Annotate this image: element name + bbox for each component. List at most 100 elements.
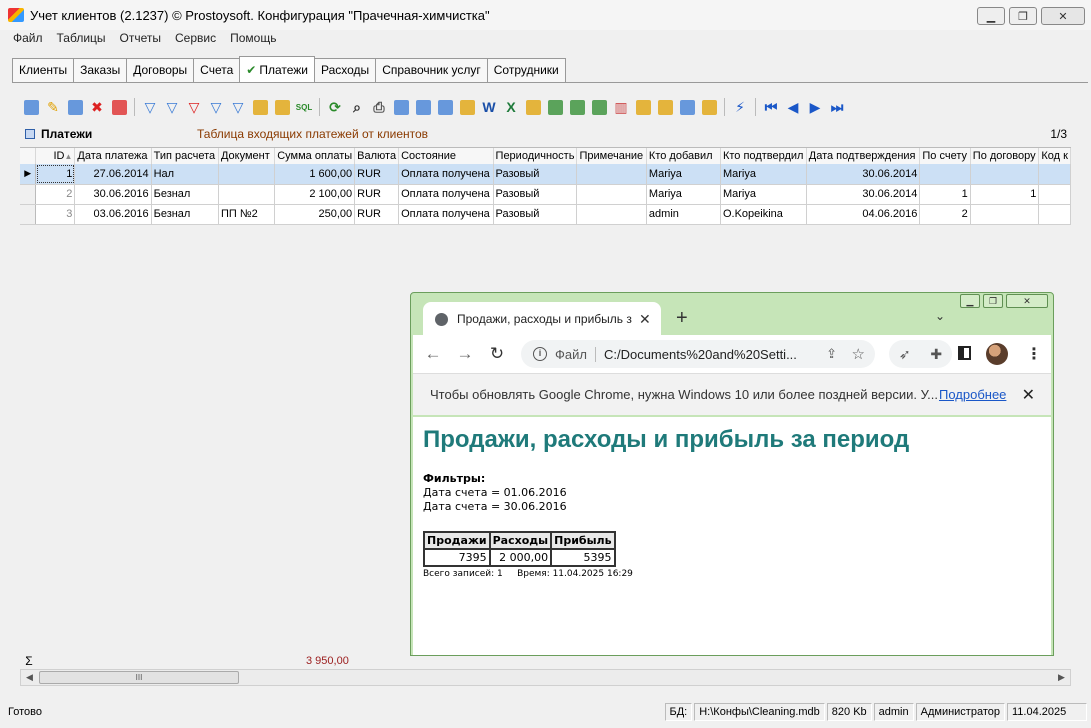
cell-period[interactable]: Разовый bbox=[493, 164, 578, 185]
cell-contract[interactable] bbox=[970, 164, 1040, 185]
preview-icon[interactable] bbox=[390, 97, 412, 117]
filter-icon[interactable]: ▽ bbox=[139, 97, 161, 117]
cell-note[interactable] bbox=[576, 204, 647, 225]
infobar-close-icon[interactable]: ✕ bbox=[1022, 385, 1035, 405]
bookmark-star-icon[interactable]: ☆ bbox=[852, 345, 865, 363]
delete-all-icon[interactable] bbox=[108, 97, 130, 117]
cell-code[interactable] bbox=[1038, 204, 1071, 225]
tab-payments[interactable]: ✔ Платежи bbox=[239, 56, 315, 82]
cell-code[interactable] bbox=[1038, 184, 1071, 205]
delete-icon[interactable]: ✖ bbox=[86, 97, 108, 117]
cell-confirmed[interactable]: O.Kopeikina bbox=[720, 204, 807, 225]
side-panel-icon[interactable] bbox=[958, 346, 971, 360]
puzzle-icon[interactable]: ✚ bbox=[930, 346, 942, 363]
sql-icon[interactable]: SQL bbox=[293, 97, 315, 117]
tab-contracts[interactable]: Договоры bbox=[126, 58, 195, 82]
table-row[interactable]: 2 30.06.2016 Безнал 2 100,00 RUR Оплата получ… bbox=[20, 184, 1071, 205]
cell-date[interactable]: 27.06.2014 bbox=[74, 164, 152, 185]
cell-date[interactable]: 03.06.2016 bbox=[74, 204, 152, 225]
info-icon[interactable]: i bbox=[533, 347, 547, 361]
tab-search-icon[interactable]: ⌄ bbox=[935, 309, 945, 323]
cell-code[interactable] bbox=[1038, 164, 1071, 185]
cell-cdate[interactable]: 04.06.2016 bbox=[806, 204, 921, 225]
close-button[interactable]: ✕ bbox=[1041, 7, 1085, 25]
maximize-button[interactable]: ❐ bbox=[1009, 7, 1037, 25]
col-currency[interactable]: Валюта bbox=[354, 148, 400, 164]
menu-service[interactable]: Сервис bbox=[168, 30, 223, 48]
cell-date[interactable]: 30.06.2016 bbox=[74, 184, 152, 205]
minimize-button[interactable]: ▁ bbox=[977, 7, 1005, 25]
print-icon[interactable]: ⎙ bbox=[368, 97, 390, 117]
share-icon[interactable]: ⇪ bbox=[826, 346, 837, 362]
col-state[interactable]: Состояние bbox=[398, 148, 494, 164]
cell-added[interactable]: admin bbox=[646, 204, 721, 225]
current-row-indicator-icon[interactable]: ▶ bbox=[20, 164, 37, 185]
cell-state[interactable]: Оплата получена bbox=[398, 164, 494, 185]
export3-icon[interactable] bbox=[456, 97, 478, 117]
first-icon[interactable]: ⏮ bbox=[760, 97, 782, 117]
col-doc[interactable]: Документ bbox=[218, 148, 276, 164]
refresh-icon[interactable]: ⟳ bbox=[324, 97, 346, 117]
table-row[interactable]: ▶ 1 27.06.2014 Нал 1 600,00 RUR Оплата получен… bbox=[20, 164, 1071, 185]
cell-invoice[interactable]: 2 bbox=[919, 204, 971, 225]
cell-sum[interactable]: 250,00 bbox=[274, 204, 356, 225]
new-tab-icon[interactable]: + bbox=[676, 307, 688, 330]
horizontal-scrollbar[interactable]: ◀ III ▶ bbox=[20, 669, 1071, 686]
last-icon[interactable]: ⏭ bbox=[826, 97, 848, 117]
row-indicator[interactable] bbox=[20, 204, 37, 225]
cell-doc[interactable]: ПП №2 bbox=[218, 204, 276, 225]
col-added-by[interactable]: Кто добавил bbox=[646, 148, 721, 164]
col-by-contract[interactable]: По договору bbox=[970, 148, 1040, 164]
cell-contract[interactable]: 1 bbox=[970, 184, 1040, 205]
csv-icon[interactable] bbox=[544, 97, 566, 117]
back-icon[interactable]: ← bbox=[417, 344, 449, 364]
grid-icon[interactable] bbox=[676, 97, 698, 117]
cell-doc[interactable] bbox=[218, 184, 276, 205]
columns-icon[interactable] bbox=[654, 97, 676, 117]
word-icon[interactable]: W bbox=[478, 97, 500, 117]
table-row[interactable]: 3 03.06.2016 Безнал ПП №2 250,00 RUR Оплата по… bbox=[20, 204, 1071, 225]
address-bar[interactable]: i Файл C:/Documents%20and%20Setti... ⇪ ☆ bbox=[521, 340, 875, 368]
col-note[interactable]: Примечание bbox=[576, 148, 647, 164]
add-icon[interactable] bbox=[20, 97, 42, 117]
cell-id[interactable]: 2 bbox=[35, 184, 76, 205]
menu-kebab-icon[interactable]: ⋮ bbox=[1026, 344, 1042, 364]
export-icon[interactable] bbox=[412, 97, 434, 117]
html-icon[interactable] bbox=[588, 97, 610, 117]
filter-add-icon[interactable]: ▽ bbox=[161, 97, 183, 117]
cell-cdate[interactable]: 30.06.2014 bbox=[806, 184, 921, 205]
cell-cdate[interactable]: 30.06.2014 bbox=[806, 164, 921, 185]
tab-employees[interactable]: Сотрудники bbox=[486, 58, 566, 82]
notes-icon[interactable] bbox=[632, 97, 654, 117]
settings-icon[interactable] bbox=[698, 97, 720, 117]
cell-state[interactable]: Оплата получена bbox=[398, 204, 494, 225]
row-indicator[interactable] bbox=[20, 184, 37, 205]
menu-reports[interactable]: Отчеты bbox=[113, 30, 168, 48]
tab-orders[interactable]: Заказы bbox=[73, 58, 128, 82]
infobar-link[interactable]: Подробнее bbox=[939, 387, 1006, 402]
col-confirm-date[interactable]: Дата подтверждения bbox=[806, 148, 921, 164]
tab-close-icon[interactable]: ✕ bbox=[639, 311, 651, 328]
menu-file[interactable]: Файл bbox=[6, 30, 50, 48]
browser-tab[interactable]: Продажи, расходы и прибыль з ✕ bbox=[423, 302, 661, 336]
collapse-icon[interactable] bbox=[25, 129, 35, 139]
import-icon[interactable] bbox=[522, 97, 544, 117]
browser-maximize-button[interactable]: ❐ bbox=[983, 294, 1003, 308]
col-sum[interactable]: Сумма оплаты bbox=[274, 148, 356, 164]
cell-added[interactable]: Mariya bbox=[646, 184, 721, 205]
scroll-right-icon[interactable]: ▶ bbox=[1054, 671, 1069, 684]
cell-confirmed[interactable]: Mariya bbox=[720, 184, 807, 205]
col-periodicity[interactable]: Периодичность bbox=[493, 148, 578, 164]
cell-id[interactable]: 1 bbox=[35, 164, 76, 185]
profile-avatar[interactable] bbox=[986, 343, 1008, 365]
tab-expenses[interactable]: Расходы bbox=[314, 58, 377, 82]
tab-services[interactable]: Справочник услуг bbox=[375, 58, 488, 82]
group-icon[interactable] bbox=[271, 97, 293, 117]
tab-clients[interactable]: Клиенты bbox=[12, 58, 75, 82]
txt-icon[interactable] bbox=[566, 97, 588, 117]
filter-remove-icon[interactable]: ▽ bbox=[183, 97, 205, 117]
scroll-thumb[interactable]: III bbox=[39, 671, 239, 684]
copy-icon[interactable] bbox=[64, 97, 86, 117]
col-type[interactable]: Тип расчета bbox=[151, 148, 219, 164]
cell-id[interactable]: 3 bbox=[35, 204, 76, 225]
